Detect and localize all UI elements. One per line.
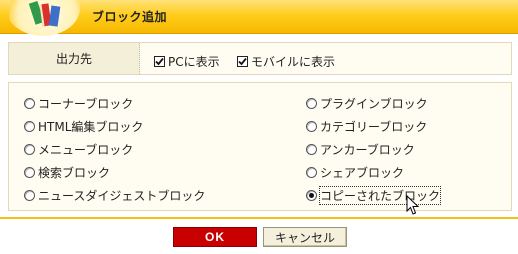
mouse-pointer-icon bbox=[406, 195, 420, 215]
radio-label: プラグインブロック bbox=[320, 97, 428, 111]
mobile-display-label: モバイルに表示 bbox=[251, 55, 336, 69]
footer-divider bbox=[0, 217, 518, 219]
radio-label: コーナーブロック bbox=[38, 97, 134, 111]
dialog-titlebar: ブロック追加 bbox=[0, 0, 518, 36]
radio-corner-block[interactable]: コーナーブロック bbox=[24, 95, 133, 112]
radio-label: ニュースダイジェストブロック bbox=[38, 189, 206, 203]
radio-selected-icon[interactable] bbox=[306, 190, 317, 201]
block-type-group: コーナーブロック HTML編集ブロック メニューブロック 検索ブロック ニュース… bbox=[8, 82, 512, 211]
radio-label: カテゴリーブロック bbox=[320, 120, 428, 134]
radio-icon[interactable] bbox=[306, 167, 317, 178]
radio-icon[interactable] bbox=[24, 144, 35, 155]
radio-icon[interactable] bbox=[24, 98, 35, 109]
radio-search-block[interactable]: 検索ブロック bbox=[24, 164, 110, 181]
radio-menu-block[interactable]: メニューブロック bbox=[24, 141, 133, 158]
pc-display-checkbox[interactable]: PCに表示 bbox=[154, 53, 220, 70]
checkbox-checked-icon[interactable] bbox=[237, 56, 248, 67]
radio-icon[interactable] bbox=[24, 121, 35, 132]
radio-icon[interactable] bbox=[306, 121, 317, 132]
radio-news-digest-block[interactable]: ニュースダイジェストブロック bbox=[24, 187, 205, 204]
cancel-button[interactable]: キャンセル bbox=[263, 227, 347, 247]
dialog-title: ブロック追加 bbox=[92, 10, 168, 24]
radio-label: 検索ブロック bbox=[38, 166, 111, 180]
radio-icon[interactable] bbox=[306, 98, 317, 109]
radio-label: HTML編集ブロック bbox=[38, 120, 144, 134]
output-target-row: 出力先 PCに表示 モバイルに表示 bbox=[8, 42, 512, 75]
radio-category-block[interactable]: カテゴリーブロック bbox=[306, 118, 427, 135]
radio-label: シェアブロック bbox=[320, 166, 405, 180]
mobile-display-checkbox[interactable]: モバイルに表示 bbox=[237, 53, 335, 70]
books-logo-icon bbox=[28, 0, 61, 27]
radio-icon[interactable] bbox=[24, 190, 35, 201]
radio-html-edit-block[interactable]: HTML編集ブロック bbox=[24, 118, 143, 135]
radio-label: アンカーブロック bbox=[320, 143, 415, 157]
radio-icon[interactable] bbox=[24, 167, 35, 178]
radio-plugin-block[interactable]: プラグインブロック bbox=[306, 95, 428, 112]
radio-anchor-block[interactable]: アンカーブロック bbox=[306, 141, 415, 158]
pc-display-label: PCに表示 bbox=[168, 55, 220, 69]
radio-share-block[interactable]: シェアブロック bbox=[306, 164, 404, 181]
ok-button[interactable]: OK bbox=[173, 227, 257, 247]
radio-label: コピーされたブロック bbox=[318, 186, 442, 205]
output-target-label: 出力先 bbox=[9, 43, 140, 74]
radio-label: メニューブロック bbox=[38, 143, 134, 157]
checkbox-checked-icon[interactable] bbox=[154, 56, 165, 67]
radio-icon[interactable] bbox=[306, 144, 317, 155]
